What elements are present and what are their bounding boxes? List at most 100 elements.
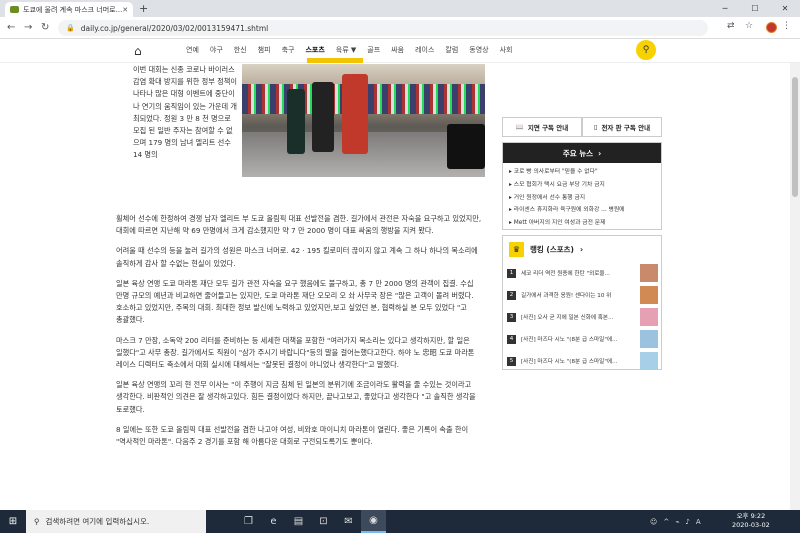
bookmark-star-icon[interactable]: ☆ [745, 21, 753, 31]
menu-item[interactable]: 싸움 [391, 45, 404, 55]
rank-thumbnail [640, 264, 658, 282]
article-body: 휠체어 선수에 한정하여 경쟁 남자 엘리트 부 도쿄 올림픽 대표 선발전을 … [116, 213, 485, 456]
reload-icon[interactable]: ↻ [41, 21, 49, 35]
menu-item[interactable]: 한신 [234, 45, 247, 55]
store-icon[interactable]: ⊡ [311, 510, 336, 533]
menu-item[interactable]: 칼럼 [445, 45, 458, 55]
taskbar-clock[interactable]: 오후 9:22 2020-03-02 [732, 512, 770, 530]
window-controls: ─ ☐ ✕ [710, 0, 800, 17]
article-paragraph: 휠체어 선수에 한정하여 경쟁 남자 엘리트 부 도쿄 올림픽 대표 선발전을 … [116, 214, 482, 236]
chevron-right-icon: › [598, 148, 602, 158]
news-item[interactable]: ▸ 코로 빵 의사로부터 "믿을 수 없다" [509, 166, 655, 179]
profile-avatar[interactable] [766, 22, 777, 33]
back-icon[interactable]: ← [7, 21, 15, 35]
crown-icon: ♛ [509, 241, 524, 257]
news-item[interactable]: ▸ 거인 원정에서 선수 통행 금지 [509, 192, 655, 205]
news-item[interactable]: ▸ 스모 협회가 택시 요금 부당 기차 금지 [509, 179, 655, 192]
rank-text: 길가에서 과격한 응원! 센다이는 10 위 [521, 293, 612, 299]
task-view-icon[interactable]: ❐ [236, 510, 261, 533]
lock-icon: 🔒 [66, 24, 75, 32]
people-icon[interactable]: ☺ [650, 518, 657, 526]
menu-item-active[interactable]: 스포츠 [305, 45, 324, 55]
edge-icon[interactable]: e [261, 510, 286, 533]
close-window-icon[interactable]: ✕ [770, 0, 800, 17]
main-news-title: 주요 뉴스 [562, 148, 594, 158]
windows-start-icon[interactable]: ⊞ [0, 510, 26, 533]
main-news-header[interactable]: 주요 뉴스 › [503, 143, 661, 163]
runner-figure [447, 124, 485, 169]
rank-thumbnail [640, 352, 658, 370]
minimize-icon[interactable]: ─ [710, 0, 740, 17]
menu-item[interactable]: 챔피 [258, 45, 271, 55]
book-icon: 📖 [515, 123, 524, 131]
home-icon[interactable]: ⌂ [134, 44, 142, 58]
menu-item[interactable]: 사회 [500, 45, 513, 55]
ranking-item[interactable]: 3 [사진] 오사 균 지에 일본 신화에 혹본... [503, 306, 661, 328]
rank-text: 세코 리더 역전 원종에 한탄 "외로울... [521, 271, 610, 277]
digital-subscription-button[interactable]: ▯ 전자 판 구독 안내 [582, 117, 662, 137]
menu-item[interactable]: 골프 [367, 45, 380, 55]
translate-icon[interactable]: ⇄ [727, 21, 735, 31]
print-subscription-button[interactable]: 📖 지면 구독 안내 [502, 117, 582, 137]
menu-item[interactable]: 야구 [210, 45, 223, 55]
article-paragraph: 일본 육상 연맹의 꼬리 현 전무 이사는 "이 주행이 지금 침체 된 일본의… [116, 380, 476, 414]
mail-icon[interactable]: ✉ [336, 510, 361, 533]
system-tray: ☺ ^ ⌁ ♪ A [650, 510, 701, 533]
clock-date: 2020-03-02 [732, 521, 770, 529]
category-menu: 연예 야구 한신 챔피 축구 스포츠 육류 ▼ 골프 싸움 레이스 칼럼 동영상… [186, 45, 524, 55]
chrome-icon[interactable]: ◉ [361, 510, 386, 533]
tablet-icon: ▯ [593, 123, 598, 131]
ranking-title: 랭킹 (스포츠) [530, 244, 574, 254]
browser-tab[interactable]: 도쿄에 울려 계속 마스크 너머로... ✕ [5, 2, 133, 17]
new-tab-button[interactable]: + [139, 2, 148, 15]
menu-item[interactable]: 연예 [186, 45, 199, 55]
forward-icon[interactable]: → [24, 21, 32, 35]
network-icon[interactable]: ⌁ [675, 518, 679, 526]
url-text: daily.co.jp/general/2020/03/02/001315947… [80, 23, 269, 33]
runner-figure [287, 89, 305, 154]
ime-icon[interactable]: A [696, 518, 701, 526]
ranking-header[interactable]: ♛ 랭킹 (스포츠) › [503, 236, 661, 262]
taskbar-search-placeholder: 검색하려면 여기에 입력하십시오. [45, 517, 150, 526]
news-item-text: 라이센스 휴지화라 육구원에 외화강 ... 병원에 [513, 207, 625, 214]
article-lead: 이번 대회는 신종 코로나 바이러스 감염 확대 방지를 위한 정부 정책이 나… [133, 65, 237, 160]
volume-icon[interactable]: ♪ [685, 518, 689, 526]
url-field[interactable]: 🔒 daily.co.jp/general/2020/03/02/0013159… [58, 20, 708, 36]
menu-dots-icon[interactable]: ⋮ [782, 21, 791, 31]
search-icon[interactable]: ⚲ [636, 40, 656, 60]
news-item[interactable]: ▸ 라이센스 휴지화라 육구원에 외화강 ... 병원에 [509, 204, 655, 217]
file-explorer-icon[interactable]: ▤ [286, 510, 311, 533]
news-item-text: 스모 협회가 택시 요금 부당 기차 금지 [513, 181, 605, 188]
ranking-item[interactable]: 2 길가에서 과격한 응원! 센다이는 10 위 [503, 284, 661, 306]
rank-number: 4 [507, 334, 516, 344]
search-icon: ⚲ [34, 517, 40, 526]
ranking-item[interactable]: 5 [사진] 마즈다 시노 "(8분 급 스마일"에... [503, 350, 661, 372]
news-item-text: 코로 빵 의사로부터 "믿을 수 없다" [513, 169, 598, 175]
close-tab-icon[interactable]: ✕ [122, 6, 128, 14]
chevron-right-icon: › [579, 244, 584, 254]
menu-item[interactable]: 축구 [282, 45, 295, 55]
article-paragraph: 어려울 때 선수의 등을 눌러 길가의 성원은 마스크 너머로. 42 · 19… [116, 246, 478, 268]
taskbar-search-box[interactable]: ⚲ 검색하려면 여기에 입력하십시오. [26, 510, 206, 533]
menu-item[interactable]: 동영상 [469, 45, 488, 55]
rank-number: 1 [507, 268, 516, 278]
menu-item[interactable]: 레이스 [415, 45, 434, 55]
subscription-buttons: 📖 지면 구독 안내 ▯ 전자 판 구독 안내 [502, 117, 662, 137]
maximize-icon[interactable]: ☐ [740, 0, 770, 17]
news-item[interactable]: ▸ Mett 아버지의 지인 여성과 금전 문제 [509, 217, 655, 230]
vertical-scrollbar[interactable] [790, 63, 800, 510]
main-news-box: 주요 뉴스 › ▸ 코로 빵 의사로부터 "믿을 수 없다" ▸ 스모 협회가 택… [502, 142, 662, 230]
chevron-up-icon[interactable]: ^ [663, 518, 669, 526]
article-paragraph: 8 일에는 또한 도쿄 올림픽 대표 선발전을 겸한 나고야 여성, 비와호 마… [116, 424, 469, 447]
runner-figure [342, 74, 368, 154]
article-paragraph: 마스크 7 만장, 소독약 200 리터를 준비하는 등 세세한 대책을 포함한… [116, 335, 475, 370]
tab-bar: 도쿄에 울려 계속 마스크 너머로... ✕ + ─ ☐ ✕ [0, 0, 800, 17]
scrollbar-thumb[interactable] [792, 77, 798, 197]
article-photo [242, 64, 485, 177]
menu-item[interactable]: 육류 ▼ [336, 45, 357, 55]
runner-figure [312, 82, 334, 152]
tab-title: 도쿄에 울려 계속 마스크 너머로... [23, 5, 123, 14]
ranking-item[interactable]: 4 [사진] 마즈다 시노 "(8분 급 스마일"에... [503, 328, 661, 350]
ranking-item[interactable]: 1 세코 리더 역전 원종에 한탄 "외로울... [503, 262, 661, 284]
news-item-text: Mett 아버지의 지인 여성과 금전 문제 [513, 220, 606, 227]
